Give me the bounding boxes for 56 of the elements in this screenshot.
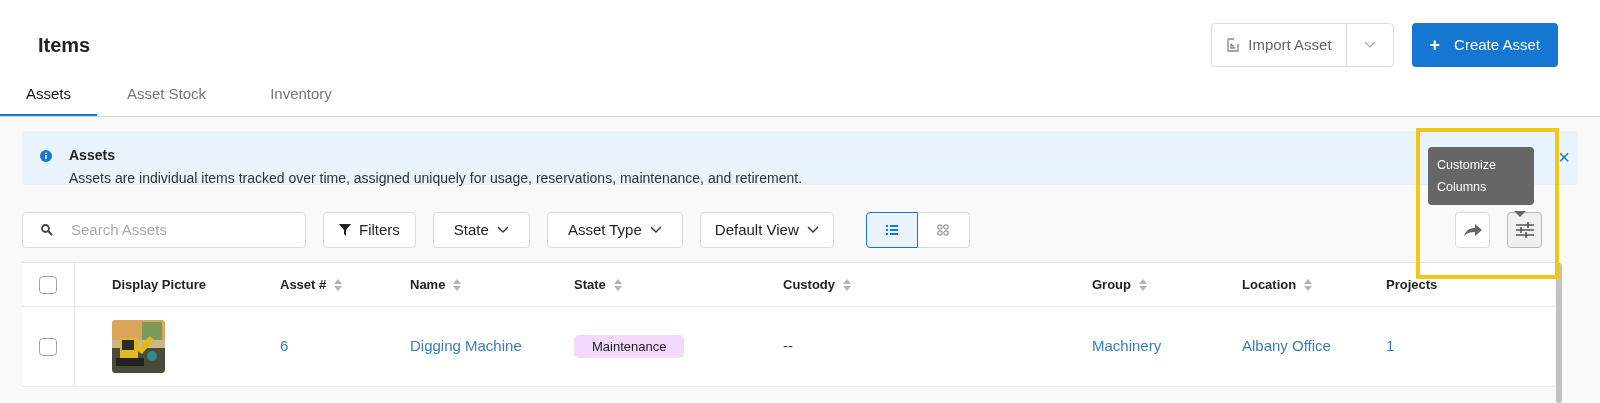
chevron-down-icon (649, 226, 662, 234)
state-badge: Maintenance (574, 334, 685, 359)
sort-icon[interactable] (334, 278, 343, 291)
search-icon (41, 224, 53, 236)
group-link[interactable]: Machinery (1092, 337, 1162, 355)
table-cell: -- (783, 337, 793, 355)
chevron-down-icon (496, 226, 509, 234)
tooltip-pointer (1514, 211, 1526, 217)
tab[interactable]: Inventory (236, 74, 366, 116)
dropdown[interactable]: State (432, 212, 530, 248)
sort-icon[interactable] (613, 278, 622, 291)
arrow-icon (1463, 224, 1482, 236)
column-header: Projects (1386, 275, 1438, 294)
dropdown[interactable]: Asset Type (546, 212, 683, 248)
column-header: Asset # (280, 275, 327, 294)
column-header: Custody (783, 275, 835, 294)
create-button[interactable]: + Create Asset (1411, 23, 1558, 67)
search-field[interactable]: Search Assets (22, 212, 306, 248)
banner-text: Assets are individual items tracked over time, assigned uniquely for usage, reservations, maintenance, and retirement. (69, 169, 803, 188)
column-header: Display Picture (112, 275, 206, 294)
sort-icon[interactable] (453, 278, 462, 291)
asset-number-link[interactable]: 6 (280, 337, 289, 355)
grid-view-button[interactable] (917, 212, 970, 248)
sort-icon[interactable] (1139, 278, 1147, 291)
sliders-icon (1515, 222, 1534, 238)
checkbox[interactable] (39, 337, 57, 356)
funnel-icon (339, 224, 351, 236)
column-header: Group (1092, 275, 1131, 294)
page-title: Items (38, 33, 91, 58)
grid-icon (937, 224, 950, 236)
scrollbar[interactable] (1556, 263, 1562, 403)
chevron-down-icon (1363, 41, 1376, 49)
columns-button[interactable] (1507, 212, 1542, 248)
filters-button[interactable]: Filters (323, 212, 416, 248)
column-header: State (574, 275, 606, 294)
chevron-down-icon (806, 226, 819, 234)
banner-title: Assets (69, 146, 116, 165)
dropdown[interactable]: Default View (699, 212, 834, 248)
search-input[interactable]: Search Assets (71, 218, 291, 242)
tooltip: Customize Columns (1428, 147, 1534, 205)
name-link[interactable]: Digging Machine (410, 337, 522, 355)
projects-link[interactable]: 1 (1386, 337, 1395, 355)
sort-icon[interactable] (843, 278, 851, 291)
share-button[interactable] (1455, 212, 1490, 248)
column-header: Location (1242, 275, 1297, 294)
list-view-button[interactable] (865, 212, 918, 248)
import-icon (1226, 38, 1241, 52)
column-header: Name (410, 275, 446, 294)
info-icon (40, 150, 52, 162)
tab[interactable]: Asset Stock (97, 74, 236, 116)
checkbox[interactable] (39, 275, 57, 294)
close-button[interactable]: × (1558, 147, 1570, 167)
list-icon (885, 225, 898, 235)
location-link[interactable]: Albany Office (1242, 337, 1331, 355)
sort-icon[interactable] (1304, 278, 1313, 291)
tab[interactable]: Assets (0, 74, 97, 116)
